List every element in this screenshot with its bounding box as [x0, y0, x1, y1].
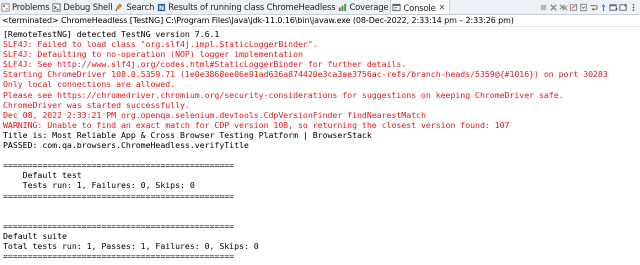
console-line: ChromeDriver was started successfully.: [3, 99, 190, 110]
tab-debug-shell[interactable]: Debug Shell: [51, 0, 114, 14]
console-line: ========================================…: [3, 251, 235, 262]
console-line: Only local connections are allowed.: [3, 79, 176, 90]
console-line: SLF4J: Failed to load class "org.slf4j.i…: [3, 39, 318, 50]
console-icon: [392, 3, 401, 12]
terminate-icon[interactable]: [539, 3, 548, 12]
console-line: Title is: Most Reliable App & Cross Brow…: [3, 129, 372, 140]
problems-icon: [1, 2, 10, 12]
console-line: Starting ChromeDriver 108.0.5359.71 (1e0…: [3, 69, 608, 80]
view-menu-icon[interactable]: [629, 3, 638, 12]
console-line: Default test: [3, 170, 82, 181]
word-wrap-icon[interactable]: [589, 3, 598, 12]
svg-text:N: N: [159, 5, 164, 12]
console-output[interactable]: [RemoteTestNG] detected TestNG version 7…: [0, 27, 640, 265]
debug-shell-icon: [52, 2, 61, 12]
close-icon[interactable]: ✕: [439, 3, 446, 12]
console-line: SLF4J: Defaulting to no-operation (NOP) …: [3, 49, 303, 60]
tab-label: Search: [126, 2, 155, 12]
view-tab-bar: Problems Debug Shell Search N Results of…: [0, 0, 640, 15]
tab-problems[interactable]: Problems: [0, 0, 51, 14]
console-line: [RemoteTestNG] detected TestNG version 7…: [3, 29, 220, 39]
scroll-lock-icon[interactable]: [579, 3, 588, 12]
display-selected-console-icon[interactable]: [609, 3, 618, 12]
tab-label: Debug Shell: [63, 2, 113, 12]
console-line: PASSED: com.qa.browsers.ChromeHeadless.v…: [3, 140, 249, 151]
console-line: ========================================…: [3, 160, 235, 171]
pin-console-icon[interactable]: [599, 3, 608, 12]
tab-search[interactable]: Search: [114, 0, 156, 14]
console-line: SLF4J: See http://www.slf4j.org/codes.ht…: [3, 59, 407, 70]
console-line: Tests run: 1, Failures: 0, Skips: 0: [3, 180, 195, 191]
remove-launch-icon[interactable]: [549, 3, 558, 12]
tab-label: Console: [403, 2, 436, 13]
tab-coverage[interactable]: Coverage: [337, 0, 390, 14]
testng-icon: N: [158, 3, 166, 12]
console-line: WARNING: Unable to find an exact match f…: [3, 119, 510, 130]
console-line: Default suite: [3, 230, 67, 241]
tab-testng-results[interactable]: N Results of running class ChromeHeadles…: [156, 0, 337, 14]
console-line: ========================================…: [3, 190, 235, 201]
console-line: Total tests run: 1, Passes: 1, Failures:…: [3, 240, 259, 251]
console-line: Dec 08, 2022 2:33:21 PM org.openqa.selen…: [3, 109, 426, 120]
console-toolbar: [539, 0, 640, 14]
search-icon: [115, 3, 123, 11]
launch-info: <terminated> ChromeHeadless [TestNG] C:\…: [0, 15, 640, 27]
tab-label: Results of running class ChromeHeadless: [168, 2, 336, 12]
tab-console[interactable]: Console ✕: [390, 0, 451, 14]
coverage-icon: [339, 3, 347, 11]
console-line: Please see https://chromedriver.chromium…: [3, 89, 564, 100]
tab-label: Problems: [12, 2, 50, 12]
clear-console-icon[interactable]: [569, 3, 578, 12]
console-line: ========================================…: [3, 220, 235, 231]
tab-label: Coverage: [349, 2, 389, 12]
open-console-icon[interactable]: [619, 3, 628, 12]
remove-all-icon[interactable]: [559, 3, 568, 12]
